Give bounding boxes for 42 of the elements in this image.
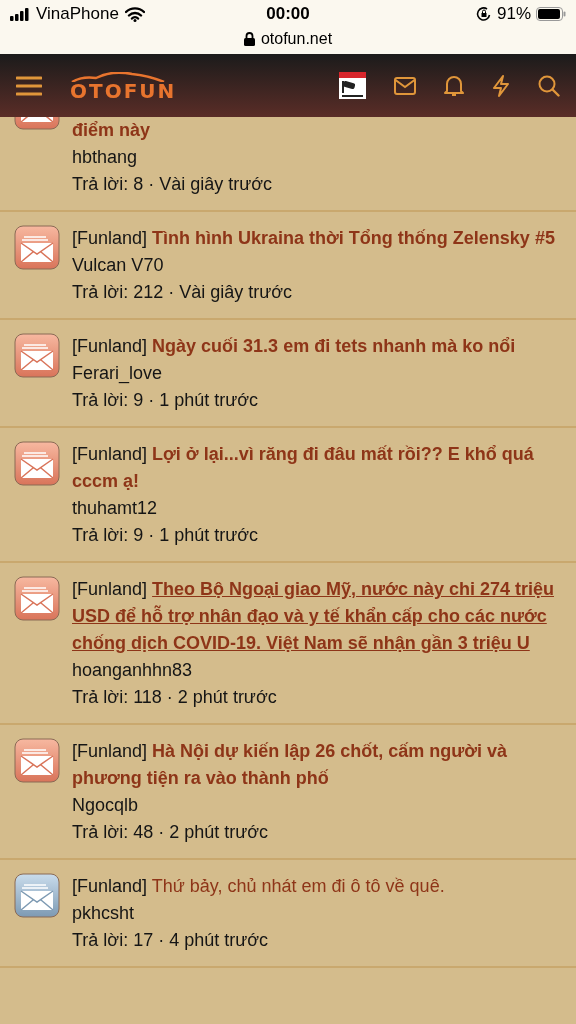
thread-meta: Trả lời: 8 · Vài giây trước	[72, 173, 273, 196]
thread-title[interactable]: [Funland] Thứ bảy, chủ nhát em đi ô tô về quê.	[72, 873, 445, 900]
envelope-icon	[14, 225, 60, 271]
thread-meta: Trả lời: 9 · 1 phút trước	[72, 524, 260, 547]
carrier-name: VinaPhone	[36, 4, 119, 24]
thread-author[interactable]: Ngocqlb	[72, 792, 562, 819]
url-text[interactable]: otofun.net	[260, 30, 333, 48]
battery-icon	[536, 7, 566, 21]
envelope-icon	[14, 333, 60, 379]
thread-title[interactable]: [Funland] Theo Bộ Ngoại giao Mỹ, nước này chi 274 triệu USD để hỗ trợ nhân đạo và y tế khẩn cấp cho các nước chống dịch COVID-19. Việt Nam sẽ nhận gần 3 triệu U	[72, 576, 562, 657]
bell-icon[interactable]	[444, 74, 464, 97]
envelope-icon	[14, 738, 60, 784]
envelope-icon	[14, 576, 60, 622]
thread-author[interactable]: pkhcsht	[72, 900, 445, 927]
battery-percent: 91%	[496, 4, 531, 24]
mail-icon[interactable]	[394, 76, 416, 95]
site-logo[interactable]: OTOFUN	[70, 71, 177, 100]
envelope-icon	[14, 873, 60, 919]
thread-meta: Trả lời: 118 · 2 phút trước	[72, 686, 278, 709]
lightning-icon[interactable]	[492, 74, 510, 97]
thread-title[interactable]: [Funland] Ngày cuối 31.3 em đi tets nhanh mà ko nổi	[72, 333, 516, 360]
thread-author[interactable]: thuhamt12	[72, 495, 562, 522]
thread-meta: Trả lời: 48 · 2 phút trước	[72, 821, 270, 844]
thread-author[interactable]: hoanganhhn83	[72, 657, 562, 684]
thread-title[interactable]: [Funland] Lợi ở lại...vì răng đi đâu mất rồi?? E khổ quá cccm ạ!	[72, 441, 562, 495]
signal-icon	[10, 7, 30, 21]
thread-author[interactable]: Vulcan V70	[72, 252, 555, 279]
wifi-icon	[124, 6, 145, 22]
rotation-lock-icon	[475, 6, 492, 22]
envelope-icon	[14, 441, 60, 487]
thread-title[interactable]: điểm này	[72, 117, 273, 144]
thread-meta: Trả lời: 212 · Vài giây trước	[72, 281, 294, 304]
thread-author[interactable]: Ferari_love	[72, 360, 516, 387]
menu-icon[interactable]	[16, 75, 42, 96]
thread-title[interactable]: [Funland] Hà Nội dự kiến lập 26 chốt, cấm người và phương tiện ra vào thành phố	[72, 738, 562, 792]
thread-title[interactable]: [Funland] Tình hình Ukraina thời Tổng thống Zelensky #5	[72, 225, 555, 252]
clock-time: 00:00	[266, 4, 310, 24]
lock-icon	[243, 32, 255, 46]
search-icon[interactable]	[538, 74, 560, 97]
thread-author[interactable]: hbthang	[72, 144, 273, 171]
thread-meta: Trả lời: 9 · 1 phút trước	[72, 389, 260, 412]
thread-meta: Trả lời: 17 · 4 phút trước	[72, 929, 270, 952]
